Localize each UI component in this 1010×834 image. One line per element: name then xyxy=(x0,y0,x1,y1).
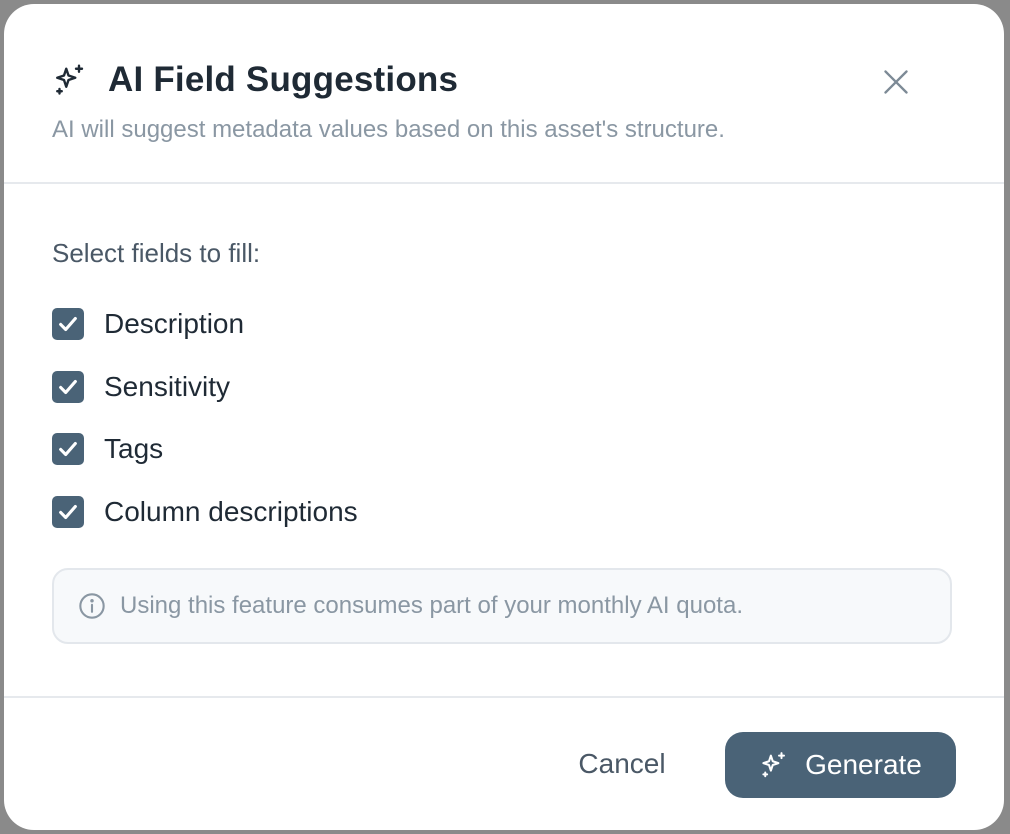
checkbox-checked[interactable] xyxy=(52,495,84,528)
close-icon xyxy=(882,68,910,101)
field-checklist: Description Sensitivity Tags Column desc… xyxy=(52,306,358,556)
field-option-sensitivity[interactable]: Sensitivity xyxy=(52,369,358,405)
dialog-header: AI Field Suggestions AI will suggest met… xyxy=(4,4,1004,184)
field-option-label: Tags xyxy=(104,433,164,464)
info-icon xyxy=(78,592,106,620)
checkbox-checked[interactable] xyxy=(52,370,84,403)
field-option-tags[interactable]: Tags xyxy=(52,431,358,467)
checkbox-checked[interactable] xyxy=(52,308,84,340)
quota-notice: Using this feature consumes part of your… xyxy=(52,568,952,644)
dialog-body: Select fields to fill: Description Sensi… xyxy=(4,184,1004,698)
generate-button-label: Generate xyxy=(805,749,922,780)
close-button[interactable] xyxy=(878,66,914,102)
cancel-button[interactable]: Cancel xyxy=(552,732,692,796)
sparkles-icon xyxy=(52,62,88,98)
field-option-label: Description xyxy=(104,308,245,339)
dialog-subtitle: AI will suggest metadata values based on… xyxy=(52,116,725,143)
field-option-label: Sensitivity xyxy=(104,370,231,402)
field-option-column-descriptions[interactable]: Column descriptions xyxy=(52,494,358,530)
sparkles-icon xyxy=(759,750,789,780)
field-option-label: Column descriptions xyxy=(104,495,358,527)
dialog-title: AI Field Suggestions xyxy=(108,60,459,99)
field-option-description[interactable]: Description xyxy=(52,306,358,342)
quota-notice-text: Using this feature consumes part of your… xyxy=(120,592,743,619)
dialog-footer: Cancel Generate xyxy=(4,698,1004,830)
select-fields-label: Select fields to fill: xyxy=(52,238,261,268)
generate-button[interactable]: Generate xyxy=(725,732,956,798)
ai-field-suggestions-dialog: AI Field Suggestions AI will suggest met… xyxy=(4,4,1004,830)
title-row: AI Field Suggestions xyxy=(52,60,458,100)
checkbox-checked[interactable] xyxy=(52,433,84,465)
